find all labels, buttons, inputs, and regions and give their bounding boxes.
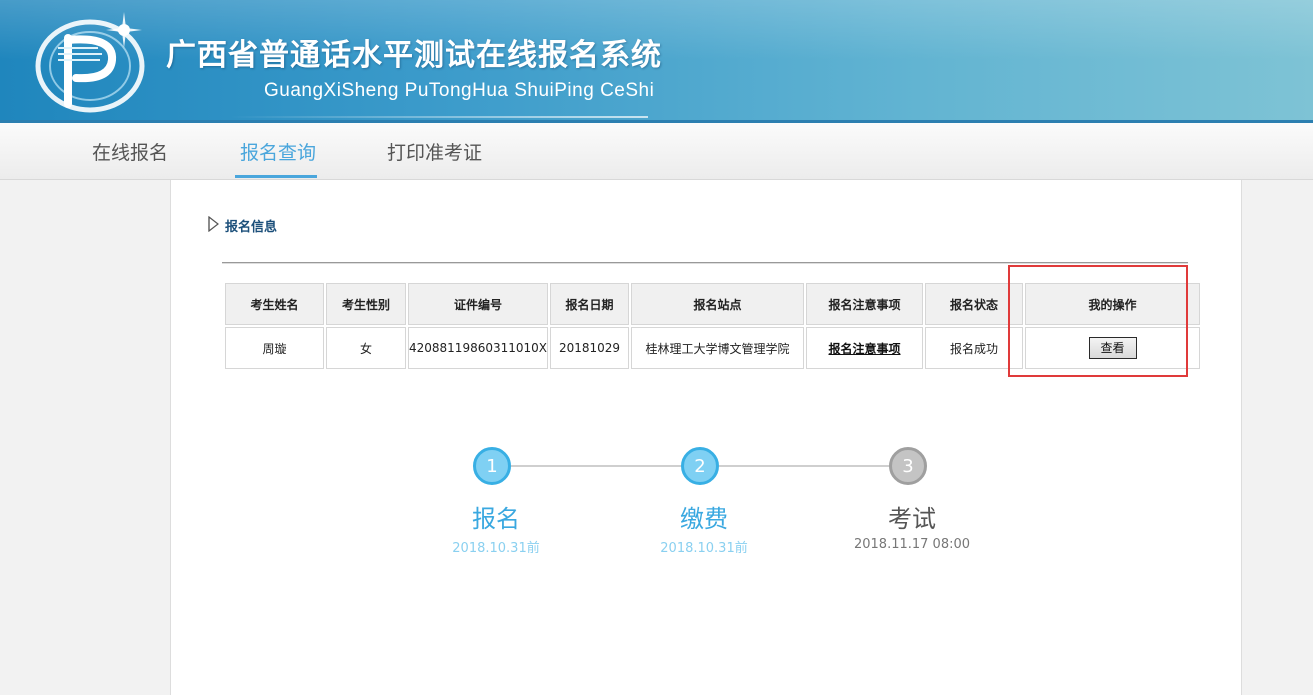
section-title: 报名信息 [225,220,278,235]
nav-print-admission-ticket[interactable]: 打印准考证 [387,123,482,179]
nav-registration-query[interactable]: 报名查询 [240,123,316,179]
notice-link[interactable]: 报名注意事项 [829,342,901,356]
col-header-date: 报名日期 [550,283,630,325]
main-nav: 在线报名 报名查询 打印准考证 [0,123,1313,180]
cell-id-number: 42088119860311010X [408,327,549,369]
step-3-date: 2018.11.17 08:00 [853,537,971,552]
cell-name: 周璇 [225,327,324,369]
cell-date: 20181029 [550,327,630,369]
header-banner: 广西省普通话水平测试在线报名系统 GuangXiSheng PuTongHua … [0,0,1313,122]
step-connector-1 [511,465,681,467]
step-3-circle: 3 [889,447,927,485]
col-header-gender: 考生性别 [326,283,406,325]
cell-gender: 女 [326,327,406,369]
cell-site: 桂林理工大学博文管理学院 [631,327,805,369]
col-header-site: 报名站点 [631,283,805,325]
step-2-label: 缴费 [680,505,728,533]
triangle-right-icon [208,216,219,232]
col-header-id-number: 证件编号 [408,283,549,325]
col-header-notice: 报名注意事项 [806,283,924,325]
col-header-name: 考生姓名 [225,283,324,325]
site-title: 广西省普通话水平测试在线报名系统 [166,38,662,73]
step-1-date: 2018.10.31前 [452,541,540,556]
step-3-label: 考试 [888,505,936,533]
section-divider [222,262,1188,264]
step-2-circle: 2 [681,447,719,485]
highlight-box [1008,265,1188,377]
step-1-circle: 1 [473,447,511,485]
logo-icon [35,12,145,113]
step-2-date: 2018.10.31前 [660,541,748,556]
step-connector-2 [719,465,889,467]
nav-active-indicator [235,175,317,178]
site-subtitle: GuangXiSheng PuTongHua ShuiPing CeShi [264,80,655,101]
content-panel [170,180,1242,695]
title-underline [230,116,648,118]
nav-online-registration[interactable]: 在线报名 [92,123,168,179]
step-1-label: 报名 [472,505,520,533]
cell-notice: 报名注意事项 [806,327,924,369]
